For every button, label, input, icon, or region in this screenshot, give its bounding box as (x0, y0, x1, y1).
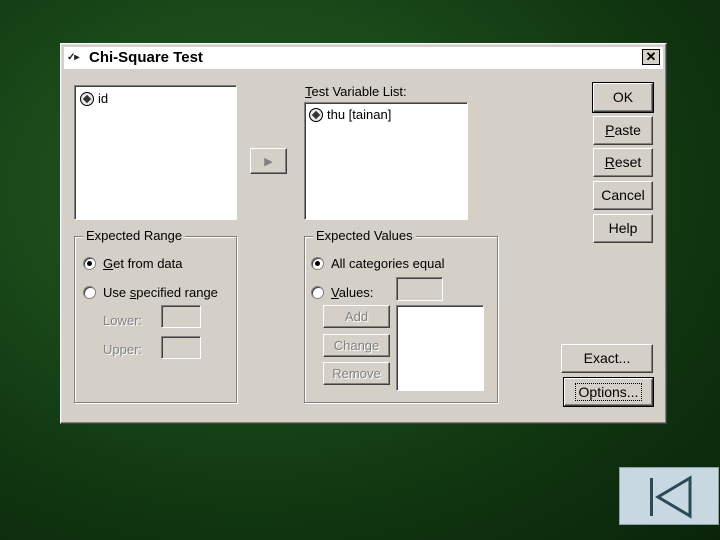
chi-square-dialog: ✓▸ Chi-Square Test ✕ id ▶ Test Variable … (60, 43, 667, 424)
expected-values-title: Expected Values (313, 228, 416, 243)
radio-unchecked-icon (83, 286, 96, 299)
arrow-right-icon: ▶ (264, 156, 273, 168)
spss-app-icon: ✓▸ (67, 52, 79, 63)
test-variable-list-label: Test Variable List: (305, 84, 407, 99)
upper-input[interactable] (161, 336, 201, 359)
test-variable-list[interactable]: thu [tainan] (304, 102, 468, 220)
options-label: Options... (574, 383, 643, 401)
radio-checked-icon (311, 257, 324, 270)
move-variable-button[interactable]: ▶ (250, 148, 287, 174)
radio-checked-icon (83, 257, 96, 270)
all-categories-equal-label: All categories equal (331, 256, 445, 271)
upper-label: Upper: (103, 342, 143, 357)
source-variable-list[interactable]: id (74, 85, 237, 220)
lower-input[interactable] (161, 305, 201, 328)
values-input[interactable] (396, 277, 443, 301)
change-label: Change (333, 338, 380, 353)
get-from-data-radio[interactable]: Get from data (83, 256, 183, 271)
dialog-title: Chi-Square Test (89, 49, 203, 66)
previous-slide-button[interactable] (619, 467, 719, 525)
exact-button[interactable]: Exact... (561, 344, 653, 373)
lower-label: Lower: (103, 313, 143, 328)
remove-label: Remove (332, 366, 381, 381)
expected-range-title: Expected Range (83, 228, 186, 243)
values-list[interactable] (396, 305, 484, 391)
expected-values-group: Expected Values All categories equal Val… (304, 228, 498, 403)
add-button[interactable]: Add (323, 305, 390, 328)
scale-variable-icon (309, 107, 323, 122)
close-button[interactable]: ✕ (642, 49, 660, 65)
all-categories-equal-radio[interactable]: All categories equal (311, 256, 444, 271)
test-variable-list-label-rest: est Variable List: (311, 84, 407, 99)
list-item[interactable]: thu [tainan] (309, 107, 391, 122)
options-button[interactable]: Options... (563, 377, 654, 407)
exact-label: Exact... (583, 350, 631, 366)
cancel-button[interactable]: Cancel (593, 181, 653, 210)
values-radio[interactable]: Values: (311, 285, 373, 300)
change-button[interactable]: Change (323, 334, 390, 357)
list-item[interactable]: id (80, 91, 108, 106)
skip-back-icon (650, 475, 692, 519)
paste-label: aste (614, 122, 641, 138)
ok-label: OK (612, 89, 634, 105)
paste-button[interactable]: Paste (593, 116, 653, 145)
variable-label: id (98, 91, 109, 106)
reset-button[interactable]: Reset (593, 148, 653, 177)
scale-variable-icon (80, 91, 94, 106)
close-icon: ✕ (645, 49, 657, 64)
cancel-label: Cancel (601, 187, 645, 203)
radio-unchecked-icon (311, 286, 324, 299)
add-label: Add (344, 309, 369, 324)
reset-label: eset (614, 154, 642, 170)
help-button[interactable]: Help (593, 214, 653, 243)
remove-button[interactable]: Remove (323, 362, 390, 385)
ok-button[interactable]: OK (592, 82, 654, 113)
expected-range-group: Expected Range Get from data Use specifi… (74, 228, 237, 403)
get-from-data-label: et from data (113, 256, 183, 271)
help-label: Help (608, 220, 638, 236)
title-bar: ✓▸ Chi-Square Test ✕ (64, 47, 663, 69)
variable-label: thu [tainan] (327, 107, 392, 122)
use-specified-range-radio[interactable]: Use specified range (83, 285, 218, 300)
